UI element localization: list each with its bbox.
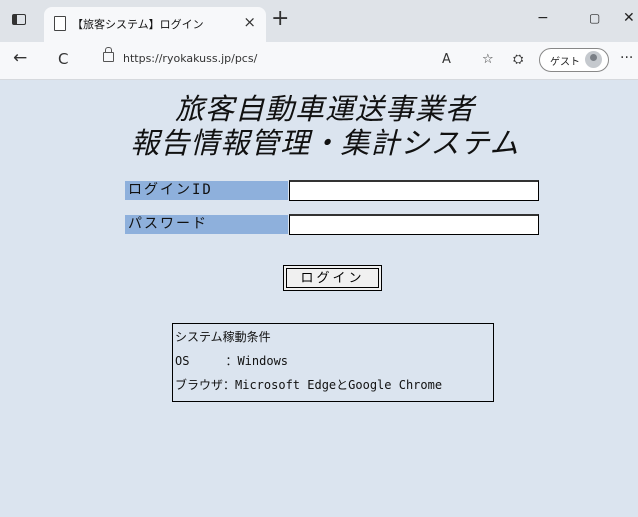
browser-tab[interactable]: 【旅客システム】ログイン × — [44, 7, 266, 42]
more-menu-icon[interactable]: ··· — [620, 50, 633, 66]
tab-title: 【旅客システム】ログイン — [72, 18, 204, 31]
sidebar-toggle-icon[interactable] — [12, 14, 26, 25]
browser-tab-bar: 【旅客システム】ログイン × + − ▢ ✕ — [0, 0, 638, 42]
favorites-icon[interactable]: ☆ — [482, 52, 494, 67]
guest-label: ゲスト — [550, 57, 580, 68]
password-label: パスワード — [125, 215, 288, 234]
reload-icon[interactable]: C — [58, 50, 68, 68]
read-aloud-icon[interactable]: A — [442, 52, 451, 67]
minimize-icon[interactable]: − — [537, 10, 549, 26]
tab-close-icon[interactable]: × — [243, 13, 256, 31]
avatar-icon — [585, 51, 602, 68]
login-id-input[interactable] — [289, 180, 539, 201]
extensions-icon[interactable]: ⛭ — [513, 52, 523, 67]
close-window-icon[interactable]: ✕ — [623, 10, 635, 26]
back-icon[interactable]: ← — [13, 48, 27, 68]
maximize-icon[interactable]: ▢ — [589, 11, 600, 25]
new-tab-icon[interactable]: + — [271, 8, 289, 30]
requirements-browser: ブラウザ：Microsoft EdgeとGoogle Chrome — [175, 378, 443, 392]
page-title-line2: 報告情報管理・集計システム — [130, 126, 520, 160]
lock-icon — [103, 47, 114, 62]
page-icon — [54, 16, 66, 31]
login-id-label: ログインID — [125, 181, 288, 200]
guest-profile-button[interactable]: ゲスト — [539, 48, 609, 72]
login-button[interactable]: ログイン — [283, 265, 382, 291]
system-requirements-box: システム稼動条件 OS ：Windows ブラウザ：Microsoft Edge… — [172, 323, 494, 402]
password-input[interactable] — [289, 214, 539, 235]
page-content: 旅客自動車運送事業者 報告情報管理・集計システム ログインID パスワード ログ… — [0, 80, 638, 517]
requirements-heading: システム稼動条件 — [175, 330, 271, 344]
browser-nav-bar: ← C https://ryokakuss.jp/pcs/ A ☆ ⛭ ゲスト … — [0, 42, 638, 80]
requirements-os: OS ：Windows — [175, 354, 289, 368]
login-button-label: ログイン — [286, 268, 379, 288]
url-text: https://ryokakuss.jp/pcs/ — [123, 52, 258, 65]
